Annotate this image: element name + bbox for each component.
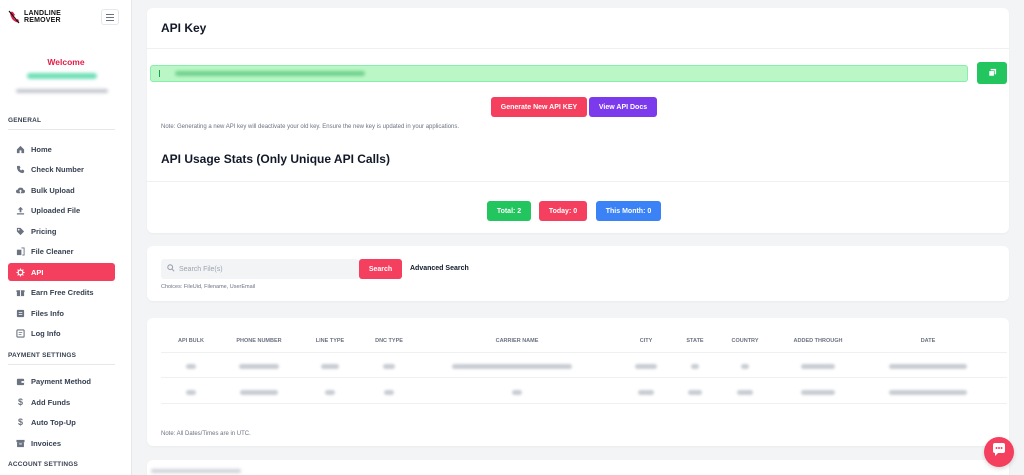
phone-icon	[16, 165, 25, 174]
sidebar-item-label: Pricing	[31, 226, 57, 236]
brand-logo[interactable]: LANDLINE REMOVER	[8, 10, 61, 24]
api-key-field[interactable]	[150, 65, 968, 82]
sidebar-item-label: Bulk Upload	[31, 185, 75, 195]
col-carrier-name: CARRIER NAME	[495, 338, 539, 344]
sidebar-item-invoices[interactable]: Invoices	[8, 434, 115, 452]
view-api-docs-button[interactable]: View API Docs	[589, 97, 657, 117]
pagination-card	[147, 460, 1009, 475]
chat-widget-button[interactable]	[984, 437, 1014, 467]
wallet-icon	[16, 377, 25, 386]
sidebar-item-label: Auto Top-Up	[31, 417, 76, 427]
gift-icon	[16, 288, 25, 297]
copy-key-button[interactable]	[977, 62, 1007, 84]
search-placeholder: Search File(s)	[179, 265, 223, 273]
sidebar-item-label: Files Info	[31, 308, 64, 318]
sidebar-item-label: Log Info	[31, 328, 61, 338]
copy-icon	[988, 64, 997, 82]
key-icon	[159, 70, 163, 77]
section-general: GENERAL	[8, 117, 42, 124]
logo-mark-icon	[8, 10, 20, 24]
gear-icon	[16, 267, 25, 277]
col-city: CITY	[639, 338, 653, 344]
col-dnc-type: DNC TYPE	[375, 338, 403, 344]
sidebar-item-uploaded-file[interactable]: Uploaded File	[8, 201, 115, 219]
sidebar-item-bulk-upload[interactable]: Bulk Upload	[8, 181, 115, 199]
sidebar-item-label: Uploaded File	[31, 205, 81, 215]
sidebar-item-auto-top-up[interactable]: $ Auto Top-Up	[8, 413, 115, 431]
sidebar-item-label: Payment Method	[31, 376, 92, 386]
sidebar-item-label: Home	[31, 144, 52, 154]
col-phone-number: PHONE NUMBER	[236, 338, 282, 344]
sidebar-item-files-info[interactable]: Files Info	[8, 304, 115, 322]
sidebar-item-check-number[interactable]: Check Number	[8, 160, 115, 178]
generate-api-key-button[interactable]: Generate New API KEY	[491, 97, 587, 117]
col-added-through: ADDED THROUGH	[793, 338, 843, 344]
col-date: DATE	[920, 338, 936, 344]
page-title: API Key	[161, 21, 207, 35]
month-badge: This Month: 0	[596, 201, 661, 221]
sidebar-item-label: Earn Free Credits	[31, 287, 94, 297]
search-hint: Choices: FileUid, Filename, UserEmail	[161, 284, 256, 290]
section-payment-settings: PAYMENT SETTINGS	[8, 352, 77, 359]
cloud-upload-icon	[16, 186, 25, 195]
files-icon	[16, 309, 25, 318]
sidebar-item-earn-free-credits[interactable]: Earn Free Credits	[8, 283, 115, 301]
advanced-search-link[interactable]: Advanced Search	[410, 265, 469, 272]
today-badge: Today: 0	[539, 201, 587, 221]
table-note: Note: All Dates/Times are in UTC.	[161, 431, 251, 437]
col-country: COUNTRY	[731, 338, 759, 344]
sidebar-item-label: Invoices	[31, 438, 62, 448]
api-key-value-blurred	[175, 71, 365, 76]
sidebar-item-api[interactable]: API	[8, 263, 115, 281]
total-badge: Total: 2	[487, 201, 531, 221]
menu-toggle-button[interactable]	[101, 9, 119, 25]
col-api-bulk: API BULK	[178, 338, 204, 344]
sidebar-item-label: Check Number	[31, 164, 84, 174]
search-input[interactable]: Search File(s)	[161, 259, 359, 279]
brand-line2: REMOVER	[24, 17, 61, 24]
search-button[interactable]: Search	[359, 259, 402, 279]
tag-icon	[16, 227, 25, 236]
dollar-icon: $	[17, 417, 23, 427]
file-cleaner-icon	[16, 246, 25, 256]
sidebar-item-add-funds[interactable]: $ Add Funds	[8, 393, 115, 411]
log-icon	[16, 328, 25, 338]
welcome-text: Welcome	[47, 57, 85, 67]
sidebar-item-home[interactable]: Home	[8, 140, 115, 158]
home-icon	[16, 145, 25, 154]
user-email-blurred	[27, 73, 97, 79]
sidebar-item-label: Add Funds	[31, 397, 71, 407]
sidebar-item-payment-method[interactable]: Payment Method	[8, 372, 115, 390]
usage-stats-title: API Usage Stats (Only Unique API Calls)	[161, 152, 390, 166]
sidebar-item-pricing[interactable]: Pricing	[8, 222, 115, 240]
sidebar-item-file-cleaner[interactable]: File Cleaner	[8, 242, 115, 260]
sidebar-item-label: File Cleaner	[31, 246, 74, 256]
upload-icon	[16, 206, 25, 215]
sidebar-item-log-info[interactable]: Log Info	[8, 324, 115, 342]
brand-line1: LANDLINE	[24, 10, 61, 17]
chat-icon	[991, 442, 1007, 463]
archive-icon	[16, 439, 25, 448]
credits-blurred	[16, 89, 108, 93]
search-icon	[167, 264, 175, 274]
section-account-settings: ACCOUNT SETTINGS	[8, 461, 79, 468]
api-key-card	[147, 8, 1009, 233]
col-line-type: LINE TYPE	[315, 338, 345, 344]
col-state: STATE	[686, 338, 704, 344]
dollar-icon: $	[17, 397, 23, 407]
sidebar-item-label: API	[31, 267, 44, 277]
api-key-note: Note: Generating a new API key will deac…	[161, 124, 460, 130]
sidebar: LANDLINE REMOVER Welcome GENERAL Home Ch…	[0, 0, 132, 475]
